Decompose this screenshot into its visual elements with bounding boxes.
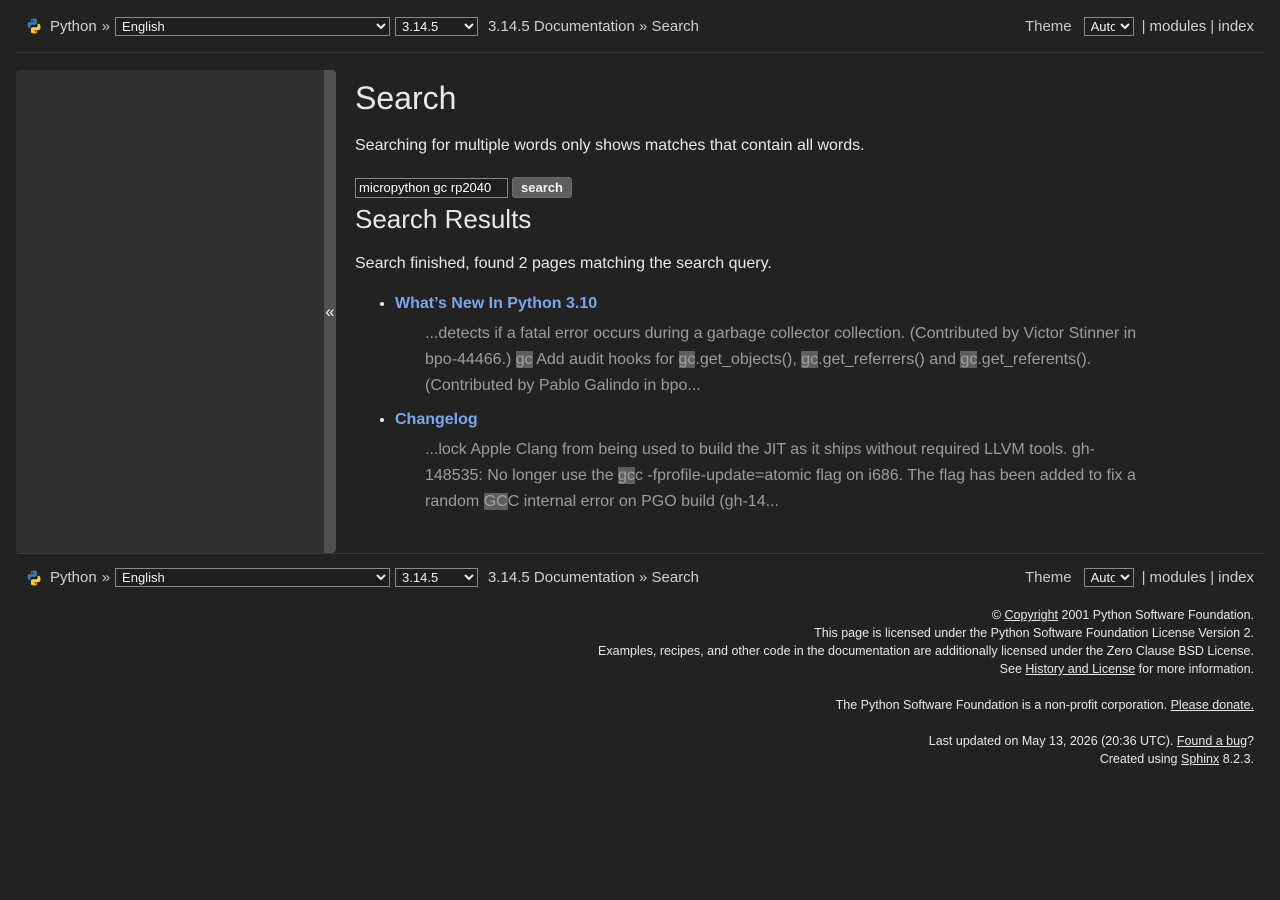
updated-text: Last updated on May 13, 2026 (20:36 UTC)…	[928, 734, 1174, 748]
result-title-link[interactable]: What’s New In Python 3.10	[395, 295, 597, 312]
sphinx-link[interactable]: Sphinx	[1181, 752, 1219, 766]
breadcrumb-docs-link[interactable]: 3.14.5 Documentation	[488, 569, 635, 586]
search-button[interactable]: search	[512, 177, 572, 198]
footer-see: See History and License for more informa…	[26, 660, 1254, 678]
search-highlight: GC	[483, 493, 508, 510]
search-highlight: gc	[801, 351, 819, 368]
breadcrumb-docs-link[interactable]: 3.14.5 Documentation	[488, 18, 635, 35]
index-link[interactable]: index	[1218, 569, 1254, 586]
found-bug-link[interactable]: Found a bug	[1177, 734, 1247, 748]
breadcrumb-current[interactable]: Search	[652, 569, 700, 586]
version-select[interactable]: 3.14.5	[395, 16, 479, 36]
nav-pipe: |	[1210, 569, 1215, 586]
language-select[interactable]: English	[115, 16, 391, 36]
history-license-link[interactable]: History and License	[1025, 662, 1135, 676]
breadcrumb-current[interactable]: Search	[652, 18, 700, 35]
footer-updated: Last updated on May 13, 2026 (20:36 UTC)…	[26, 732, 1254, 750]
see-suffix: for more information.	[1138, 662, 1254, 676]
theme-select[interactable]: Auto	[1083, 568, 1134, 587]
nav-pipe: |	[1141, 569, 1146, 586]
footer-spacer	[26, 678, 1254, 696]
breadcrumb-separator: »	[638, 569, 648, 586]
footer-license: This page is licensed under the Python S…	[814, 626, 1254, 640]
search-form: search	[355, 177, 1264, 198]
donate-link[interactable]: Please donate.	[1171, 698, 1254, 712]
document-area: « Search Searching for multiple words on…	[16, 70, 1264, 553]
page-body: Search Searching for multiple words only…	[336, 70, 1264, 553]
search-highlight: gc	[960, 351, 978, 368]
nav-separator: »	[101, 17, 111, 35]
python-home-link[interactable]: Python	[50, 18, 97, 35]
sidebar-collapse-button[interactable]: «	[324, 70, 336, 553]
theme-select[interactable]: Auto	[1083, 16, 1134, 36]
nav-pipe: |	[1210, 17, 1215, 35]
psf-text: The Python Software Foundation is a non-…	[835, 698, 1168, 712]
collapse-chevron-icon: «	[325, 301, 335, 321]
modules-link[interactable]: modules	[1150, 569, 1207, 586]
result-item: What’s New In Python 3.10 ...detects if …	[395, 295, 1264, 399]
result-context: ...lock Apple Clang from being used to b…	[425, 437, 1150, 515]
result-item: Changelog ...lock Apple Clang from being…	[395, 411, 1264, 515]
context-text: .get_referrers() and	[818, 351, 961, 368]
context-text: C internal error on PGO build (gh-14...	[507, 493, 779, 510]
bottom-nav: Python » English 3.14.5 3.14.5 Documenta…	[16, 553, 1264, 601]
search-highlight: gc	[678, 351, 696, 368]
nav-right: Theme Auto | modules | index	[1025, 568, 1254, 587]
footer-created: Created using Sphinx 8.2.3.	[26, 750, 1254, 768]
bug-suffix: ?	[1247, 734, 1254, 748]
search-note: Searching for multiple words only shows …	[355, 137, 865, 154]
theme-label: Theme	[1024, 17, 1072, 35]
results-title: Search Results	[355, 204, 532, 234]
breadcrumb: 3.14.5 Documentation » Search	[488, 18, 699, 35]
breadcrumb-separator: »	[638, 17, 648, 35]
results-summary: Search finished, found 2 pages matching …	[355, 255, 772, 272]
created-prefix: Created using	[1099, 752, 1178, 766]
top-nav: Python » English 3.14.5 3.14.5 Documenta…	[16, 0, 1264, 53]
nav-separator: »	[101, 569, 111, 586]
copyright-text: 2001 Python Software Foundation.	[1061, 608, 1255, 622]
index-link[interactable]: index	[1218, 18, 1254, 35]
python-home-link[interactable]: Python	[50, 569, 97, 586]
nav-pipe: |	[1141, 17, 1146, 35]
copyright-symbol: ©	[991, 608, 1002, 622]
context-text: Add audit hooks for	[532, 351, 679, 368]
created-suffix: 8.2.3.	[1222, 752, 1254, 766]
result-title-link[interactable]: Changelog	[395, 411, 478, 428]
version-select[interactable]: 3.14.5	[395, 568, 479, 587]
footer-examples: Examples, recipes, and other code in the…	[598, 644, 1254, 658]
footer-spacer	[26, 714, 1254, 732]
python-logo-icon	[27, 18, 41, 34]
context-text: .get_objects(),	[695, 351, 802, 368]
modules-link[interactable]: modules	[1150, 18, 1207, 35]
footer-copyright: © Copyright 2001 Python Software Foundat…	[26, 606, 1254, 624]
nav-right: Theme Auto | modules | index	[1024, 16, 1254, 36]
copyright-link[interactable]: Copyright	[1005, 608, 1059, 622]
python-logo-icon	[27, 570, 41, 585]
search-highlight: gc	[618, 467, 635, 484]
breadcrumb: 3.14.5 Documentation » Search	[488, 569, 699, 586]
sidebar	[16, 70, 324, 553]
footer-psf: The Python Software Foundation is a non-…	[26, 696, 1254, 714]
results-list: What’s New In Python 3.10 ...detects if …	[355, 295, 1264, 515]
search-highlight: gc	[515, 351, 533, 368]
see-prefix: See	[999, 662, 1022, 676]
search-input[interactable]	[355, 177, 508, 198]
language-select[interactable]: English	[115, 568, 391, 587]
result-context: ...detects if a fatal error occurs durin…	[425, 321, 1150, 399]
footer: © Copyright 2001 Python Software Foundat…	[0, 606, 1280, 768]
nav-left: Python » English 3.14.5 3.14.5 Documenta…	[26, 568, 699, 587]
theme-label: Theme	[1024, 569, 1072, 586]
page-title: Search	[355, 80, 457, 116]
nav-left: Python » English 3.14.5 3.14.5 Documenta…	[26, 16, 699, 36]
